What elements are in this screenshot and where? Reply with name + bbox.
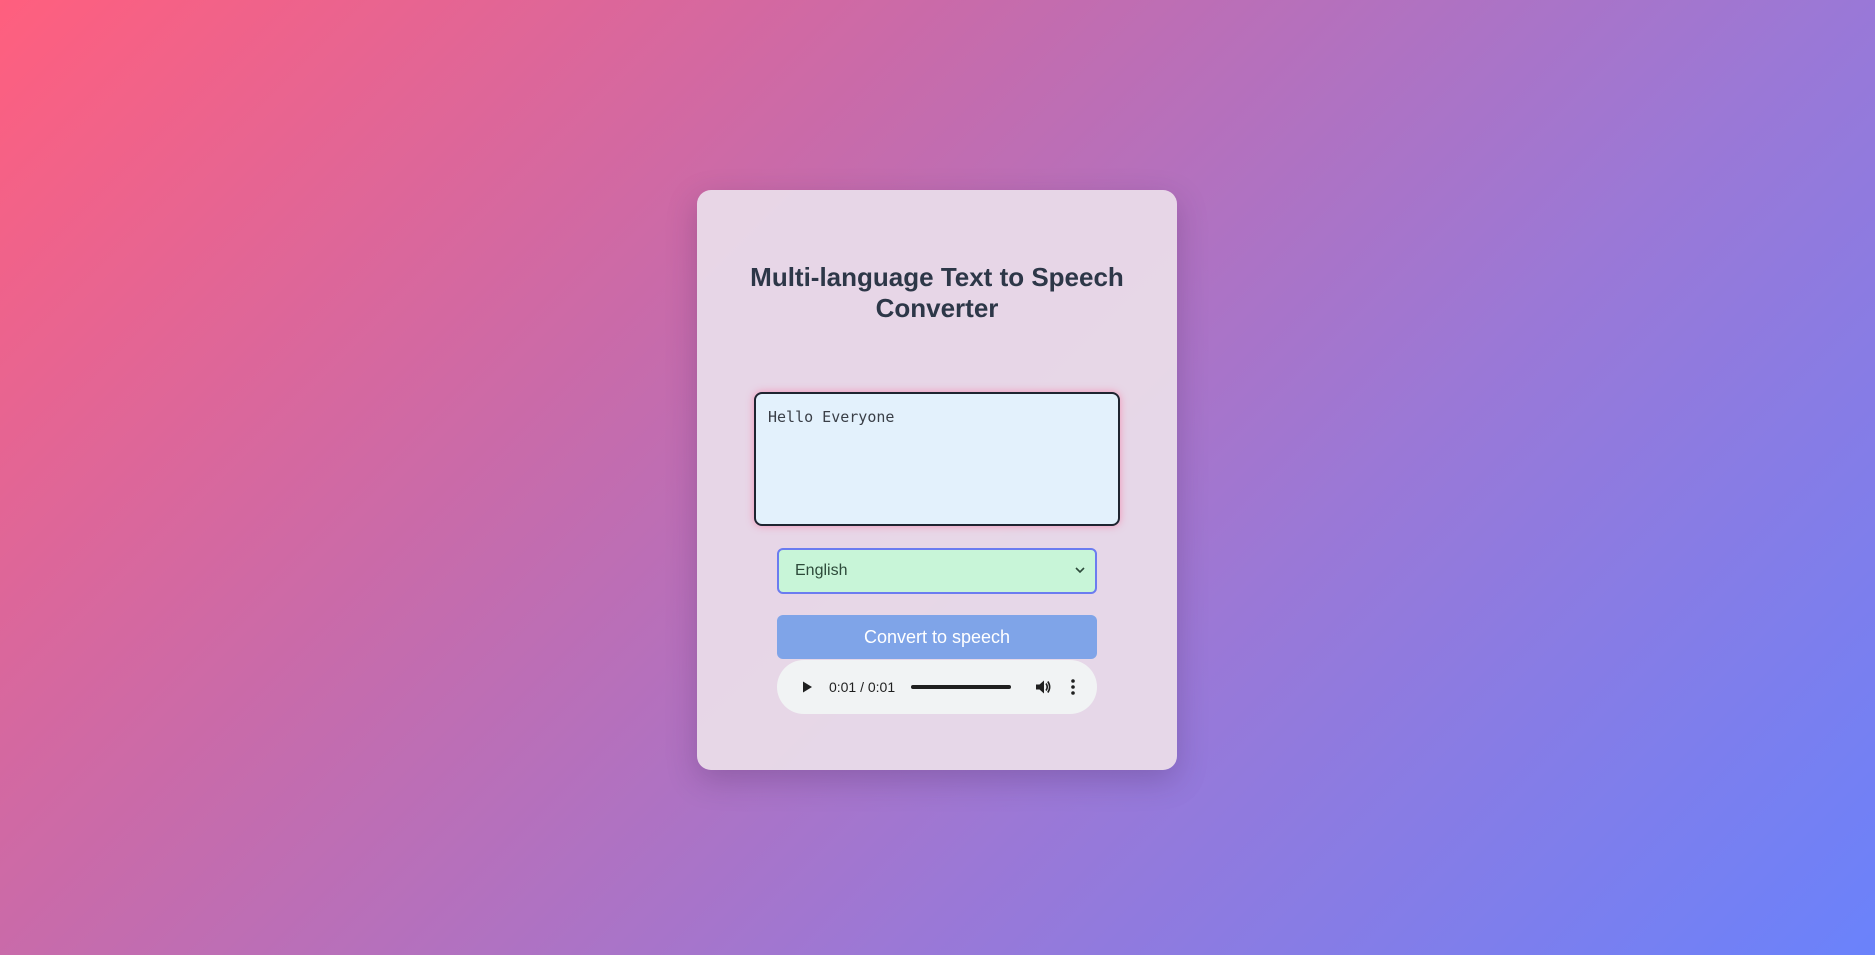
play-icon[interactable] [795, 675, 819, 699]
language-select[interactable]: English [777, 548, 1097, 594]
audio-progress-bar[interactable] [911, 685, 1012, 689]
audio-time: 0:01 / 0:01 [828, 679, 896, 695]
convert-to-speech-button[interactable]: Convert to speech [777, 615, 1097, 659]
converter-card: Multi-language Text to Speech Converter … [697, 190, 1177, 770]
text-input-wrapper: Hello Everyone [754, 392, 1120, 526]
volume-icon[interactable] [1031, 675, 1055, 699]
more-vert-icon[interactable] [1063, 675, 1083, 699]
audio-player: 0:01 / 0:01 [777, 660, 1097, 714]
text-input[interactable]: Hello Everyone [754, 392, 1120, 526]
page-title: Multi-language Text to Speech Converter [750, 262, 1124, 323]
language-select-value: English [795, 562, 848, 579]
chevron-down-icon [1075, 565, 1085, 577]
